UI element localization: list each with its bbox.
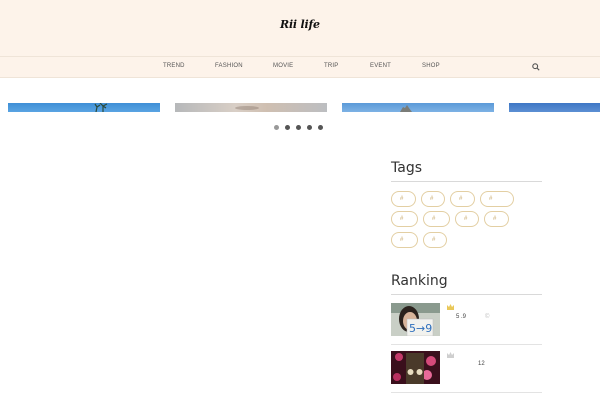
main-nav: TREND FASHION MOVIE TRIP EVENT SHOP: [0, 56, 600, 78]
ranking-divider: [391, 392, 542, 393]
tag-pill[interactable]: #: [423, 232, 447, 248]
ranking-thumbnail[interactable]: [391, 351, 440, 384]
site-logo[interactable]: Rii life: [280, 18, 320, 31]
crown-gold-icon: [447, 304, 454, 310]
nav-item-shop[interactable]: SHOP: [422, 63, 440, 69]
nav-item-fashion[interactable]: FASHION: [215, 63, 243, 69]
tag-pill[interactable]: #: [421, 191, 445, 207]
tag-pill[interactable]: #: [391, 211, 418, 227]
slide-image-2[interactable]: [175, 103, 327, 112]
slider-dot-1[interactable]: [274, 125, 279, 130]
site-header: Rii life: [0, 0, 600, 56]
nav-item-trip[interactable]: TRIP: [324, 63, 338, 69]
ranking-text: 5 .9: [456, 314, 467, 320]
ranking-thumbnail[interactable]: 5→9: [391, 303, 440, 336]
slide-image-3[interactable]: [342, 103, 494, 112]
palm-tree-graphic: [94, 103, 108, 112]
ranking-text: 12: [478, 361, 485, 367]
nav-item-movie[interactable]: MOVIE: [273, 63, 293, 69]
tag-pill[interactable]: #: [391, 232, 418, 248]
tag-pill[interactable]: #: [480, 191, 514, 207]
slide-image-1[interactable]: [8, 103, 160, 112]
tag-pill[interactable]: #: [455, 211, 479, 227]
slider-dot-4[interactable]: [307, 125, 312, 130]
ranking-item[interactable]: 5→9 5 .9 ©: [391, 303, 542, 345]
slider-dot-5[interactable]: [318, 125, 323, 130]
svg-text:5→9: 5→9: [409, 322, 432, 335]
slide-image-4[interactable]: [509, 103, 600, 112]
nav-item-event[interactable]: EVENT: [370, 63, 391, 69]
tag-pill[interactable]: #: [450, 191, 475, 207]
ranking-divider: [391, 344, 542, 345]
tag-pill[interactable]: #: [484, 211, 509, 227]
tag-pill[interactable]: #: [423, 211, 450, 227]
rock-graphic: [400, 105, 412, 112]
slider-dot-2[interactable]: [285, 125, 290, 130]
person-photo-graphic: 5→9: [391, 303, 440, 336]
tags-heading: Tags: [391, 160, 422, 176]
slider-pagination: [274, 125, 334, 131]
slider-dot-3[interactable]: [296, 125, 301, 130]
tags-heading-rule: [391, 181, 542, 182]
featured-slider: [0, 103, 600, 112]
ranking-text: ©: [485, 314, 490, 320]
nav-item-trend[interactable]: TREND: [163, 63, 185, 69]
ranking-heading: Ranking: [391, 273, 448, 289]
search-icon[interactable]: [532, 63, 540, 71]
clock-tower-photo-graphic: [391, 351, 440, 384]
ranking-heading-rule: [391, 294, 542, 295]
tag-pill[interactable]: #: [391, 191, 416, 207]
ranking-item[interactable]: 12: [391, 351, 542, 393]
face-graphic: [235, 106, 259, 110]
crown-silver-icon: [447, 352, 454, 358]
